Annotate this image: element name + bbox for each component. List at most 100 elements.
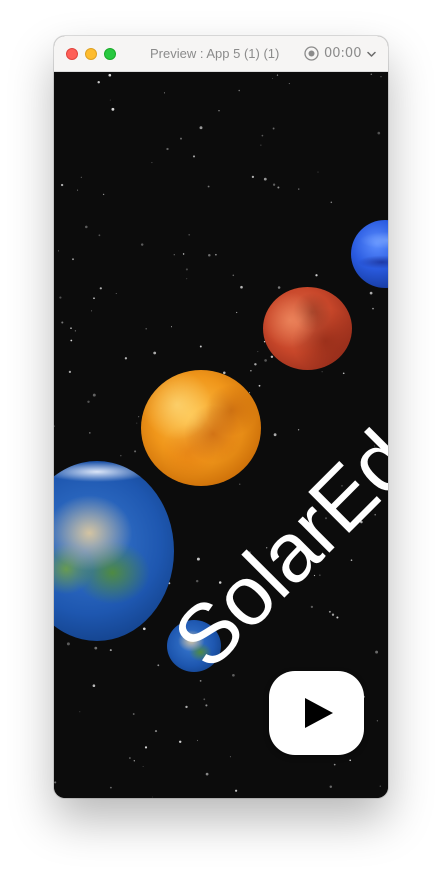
star [54, 781, 57, 784]
star [192, 155, 196, 158]
star [263, 177, 267, 181]
star [273, 433, 277, 437]
star [270, 355, 274, 359]
star [85, 225, 88, 229]
star [207, 185, 210, 188]
star [380, 76, 382, 78]
star [196, 739, 199, 742]
preview-window: Preview : App 5 (1) (1) 00:00 SolarEdu [54, 36, 388, 798]
maximize-window-button[interactable] [104, 48, 116, 60]
star [109, 99, 111, 101]
star [235, 789, 238, 792]
star [317, 171, 319, 173]
star [315, 274, 318, 277]
star [157, 664, 160, 667]
star [203, 698, 206, 701]
star [239, 483, 241, 485]
star [134, 450, 137, 453]
star [54, 425, 55, 428]
star [171, 326, 172, 328]
star [369, 291, 373, 295]
star [277, 186, 280, 189]
star [199, 126, 203, 130]
star [68, 370, 72, 374]
star [129, 757, 131, 759]
star [102, 193, 105, 196]
star [80, 176, 82, 178]
star [138, 416, 140, 418]
star [133, 760, 135, 762]
star [379, 785, 381, 787]
star [333, 763, 336, 766]
star [297, 429, 300, 431]
star [185, 268, 188, 271]
star [328, 610, 331, 613]
star [186, 278, 188, 280]
star [349, 759, 352, 762]
star [372, 307, 374, 310]
chevron-down-icon[interactable] [367, 50, 376, 59]
star [288, 83, 290, 85]
star [91, 310, 93, 312]
star [185, 705, 188, 709]
star [350, 559, 353, 561]
star [208, 253, 211, 257]
star [321, 371, 323, 373]
star [376, 720, 379, 722]
star [276, 74, 279, 76]
star [115, 292, 117, 294]
star [182, 253, 185, 255]
star [375, 650, 379, 654]
star [166, 147, 169, 151]
star [199, 680, 202, 682]
star [272, 183, 276, 186]
star [370, 73, 373, 76]
minimize-window-button[interactable] [85, 48, 97, 60]
star [108, 73, 112, 77]
star [342, 372, 345, 375]
star [277, 286, 281, 289]
play-button[interactable] [269, 671, 364, 755]
star [329, 785, 333, 788]
record-icon[interactable] [304, 46, 319, 61]
venus-planet [141, 370, 261, 486]
star [111, 107, 115, 111]
close-window-button[interactable] [66, 48, 78, 60]
star [132, 713, 135, 715]
star [70, 327, 72, 329]
star [188, 233, 191, 236]
star [173, 254, 175, 256]
star [92, 684, 96, 687]
star [199, 345, 202, 348]
star [88, 432, 91, 434]
star [94, 646, 98, 650]
app-screen: SolarEdu [54, 73, 388, 798]
star [66, 642, 70, 646]
star [153, 351, 157, 355]
star [218, 109, 220, 112]
star [251, 175, 255, 179]
star [57, 250, 60, 252]
star [120, 454, 122, 457]
star [163, 92, 165, 94]
star [272, 78, 274, 80]
star [261, 134, 264, 137]
star [250, 370, 252, 372]
star [154, 730, 158, 733]
star [257, 351, 259, 353]
star [61, 321, 64, 324]
star [72, 258, 74, 261]
window-title: Preview : App 5 (1) (1) [150, 46, 280, 61]
star [74, 330, 77, 332]
timer: 00:00 [324, 46, 362, 61]
star [238, 89, 240, 92]
star [205, 772, 209, 776]
star [59, 296, 62, 299]
star [99, 287, 102, 290]
star [258, 384, 261, 387]
star [110, 786, 112, 789]
star [92, 393, 96, 397]
star [97, 80, 100, 84]
star [254, 363, 257, 366]
star [140, 243, 144, 246]
